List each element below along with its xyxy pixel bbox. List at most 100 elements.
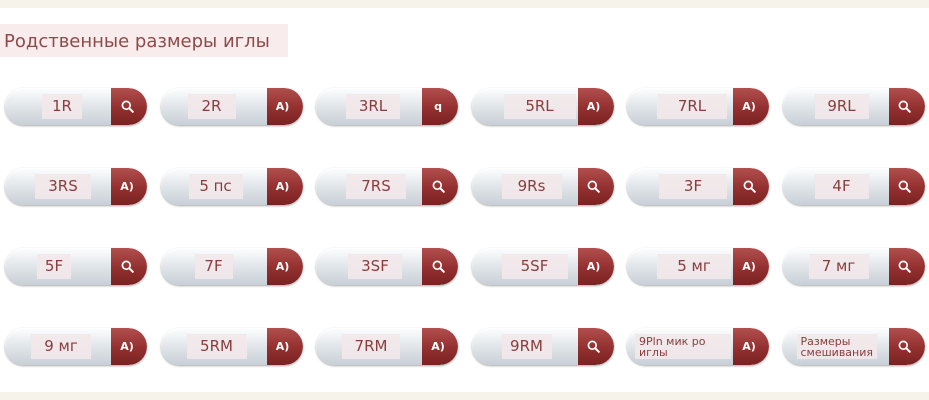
- size-button[interactable]: 2R A): [160, 88, 303, 125]
- size-button[interactable]: 9 мг A): [5, 328, 147, 365]
- size-button-label: 3RL: [346, 94, 400, 119]
- action-glyph: A): [275, 340, 290, 353]
- size-button-label: 9RL: [814, 94, 869, 119]
- action-glyph: A): [586, 100, 601, 113]
- search-icon: [432, 260, 445, 273]
- action-glyph: A): [742, 100, 756, 113]
- size-button[interactable]: 5 мг A): [627, 248, 769, 285]
- size-button[interactable]: 5SF A): [471, 248, 614, 285]
- search-icon: [121, 260, 134, 273]
- size-button-label: 9RM: [501, 334, 552, 359]
- action-button[interactable]: A): [577, 88, 614, 125]
- search-icon: [587, 340, 600, 353]
- size-button[interactable]: 9RL: [782, 88, 925, 125]
- action-button[interactable]: A): [422, 328, 458, 365]
- action-button[interactable]: A): [111, 168, 147, 205]
- size-button[interactable]: 5RL A): [471, 88, 614, 125]
- action-button[interactable]: A): [733, 248, 769, 285]
- search-icon: [898, 340, 911, 353]
- size-button-label: 7 мг: [808, 254, 869, 279]
- size-button-label: 2R: [187, 94, 236, 119]
- size-button[interactable]: 9Rs: [471, 168, 614, 205]
- size-button-label: 3F: [659, 174, 727, 199]
- size-button[interactable]: 7 мг: [782, 248, 925, 285]
- search-button[interactable]: [422, 168, 458, 205]
- action-glyph: q: [434, 100, 442, 113]
- search-button[interactable]: [888, 168, 925, 205]
- size-button-label: Размеры смешивания: [796, 334, 877, 359]
- search-button[interactable]: [733, 168, 769, 205]
- search-button[interactable]: [888, 88, 925, 125]
- size-button-label: 5RL: [503, 94, 576, 119]
- search-button[interactable]: [888, 248, 925, 285]
- page: Родственные размеры иглы 1R 2R A) 3RL q 5RL A)…: [0, 0, 929, 400]
- size-button-label: 1R: [42, 94, 82, 119]
- size-button[interactable]: 5F: [5, 248, 147, 285]
- size-button-label: 7RL: [657, 94, 727, 119]
- action-button[interactable]: A): [111, 328, 147, 365]
- action-button[interactable]: A): [733, 88, 769, 125]
- action-glyph: A): [742, 260, 756, 273]
- size-button-label: 3RS: [35, 174, 91, 199]
- action-button[interactable]: q: [422, 88, 458, 125]
- size-button-label: 9Rs: [501, 174, 562, 199]
- action-button[interactable]: A): [733, 328, 769, 365]
- search-button[interactable]: [577, 328, 614, 365]
- size-button[interactable]: 4F: [782, 168, 925, 205]
- search-button[interactable]: [888, 328, 925, 365]
- action-glyph: A): [586, 260, 601, 273]
- search-icon: [898, 180, 911, 193]
- size-button-label: 5RM: [186, 334, 247, 359]
- size-button[interactable]: 5 пс A): [160, 168, 303, 205]
- search-icon: [743, 180, 756, 193]
- size-button[interactable]: 3SF: [316, 248, 458, 285]
- size-button-label: 3SF: [348, 254, 402, 279]
- action-button[interactable]: A): [266, 88, 303, 125]
- action-button[interactable]: A): [266, 328, 303, 365]
- size-button[interactable]: 7RL A): [627, 88, 769, 125]
- size-button[interactable]: 7RM A): [316, 328, 458, 365]
- size-button-label: 5 мг: [657, 254, 731, 279]
- size-button[interactable]: 5RM A): [160, 328, 303, 365]
- top-band: [0, 0, 929, 8]
- size-button-label: 7F: [194, 254, 233, 279]
- action-button[interactable]: A): [266, 168, 303, 205]
- size-button-label: 7RM: [342, 334, 400, 359]
- action-glyph: A): [275, 100, 290, 113]
- action-button[interactable]: A): [577, 248, 614, 285]
- size-button[interactable]: 7RS: [316, 168, 458, 205]
- action-button[interactable]: A): [266, 248, 303, 285]
- search-button[interactable]: [111, 248, 147, 285]
- action-glyph: A): [742, 340, 756, 353]
- search-icon: [898, 100, 911, 113]
- size-button[interactable]: 3RL q: [316, 88, 458, 125]
- action-glyph: A): [275, 180, 290, 193]
- size-button[interactable]: 3RS A): [5, 168, 147, 205]
- action-glyph: A): [120, 340, 134, 353]
- size-button[interactable]: 1R: [5, 88, 147, 125]
- related-sizes-grid: 1R 2R A) 3RL q 5RL A) 7RL A) 9RL 3RS A) 5 пс A) 7RS 9Rs…: [5, 88, 925, 365]
- size-button-label: 9 мг: [31, 334, 91, 359]
- size-button-label: 5SF: [501, 254, 568, 279]
- search-icon: [432, 180, 445, 193]
- section-title: Родственные размеры иглы: [0, 24, 288, 57]
- bottom-band: [0, 392, 929, 400]
- size-button[interactable]: 3F: [627, 168, 769, 205]
- size-button-label: 7RS: [346, 174, 406, 199]
- search-button[interactable]: [577, 168, 614, 205]
- size-button[interactable]: 9RM: [471, 328, 614, 365]
- size-button[interactable]: 9Pln мик ро иглы A): [627, 328, 769, 365]
- action-glyph: A): [275, 260, 290, 273]
- size-button[interactable]: Размеры смешивания: [782, 328, 925, 365]
- size-button[interactable]: 7F A): [160, 248, 303, 285]
- size-button-label: 5F: [37, 254, 71, 279]
- size-button-label: 9Pln мик ро иглы: [635, 334, 731, 359]
- action-glyph: A): [431, 340, 445, 353]
- size-button-label: 5 пс: [188, 174, 243, 199]
- search-icon: [898, 260, 911, 273]
- search-icon: [587, 180, 600, 193]
- search-icon: [121, 100, 134, 113]
- search-button[interactable]: [111, 88, 147, 125]
- size-button-label: 4F: [814, 174, 869, 199]
- search-button[interactable]: [422, 248, 458, 285]
